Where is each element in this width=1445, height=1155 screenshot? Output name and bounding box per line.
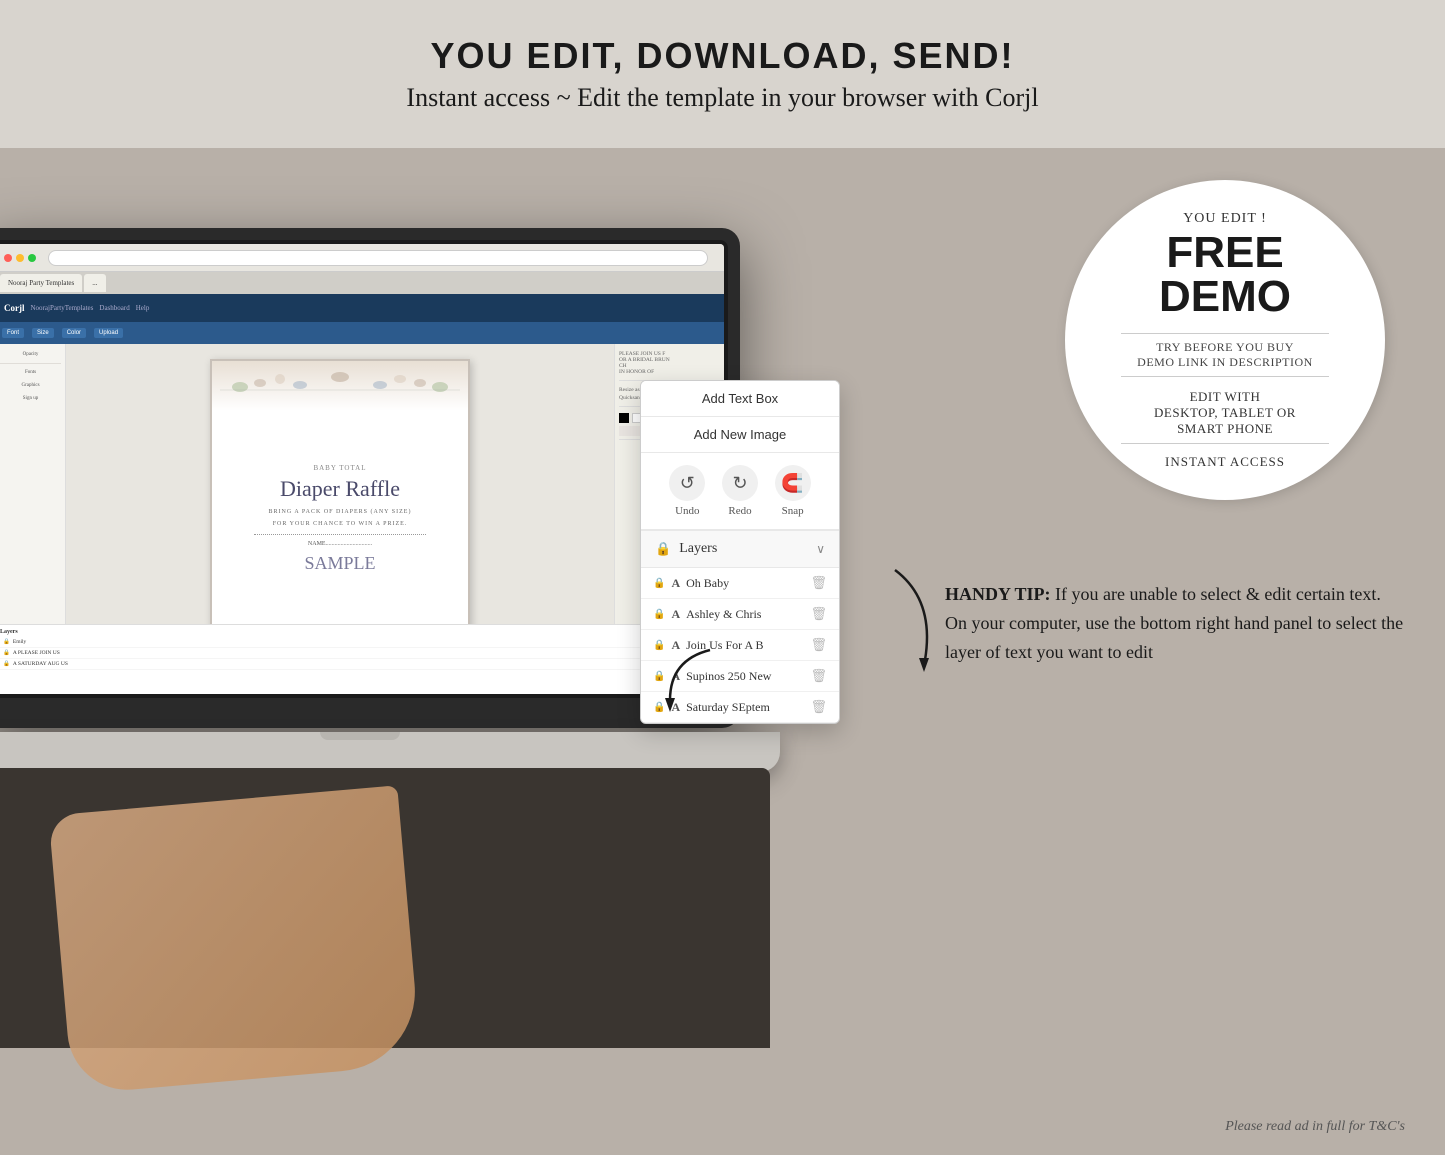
demo-edit-with-text: EDIT WITH DESKTOP, TABLET OR SMART PHONE (1154, 389, 1296, 437)
panel-text-section: PLEASE JOIN US FOR A BRIDAL BRUNCHIN HON… (619, 348, 720, 381)
corjl-logo: Corjl (4, 303, 25, 313)
panel-please-label: PLEASE JOIN US FOR A BRIDAL BRUNCHIN HON… (619, 351, 720, 375)
layer-delete-4[interactable]: 🗑 (810, 668, 827, 684)
sidebar-opacity[interactable]: Opacity (0, 350, 61, 359)
corjl-toolbar: Font Size Color Upload (0, 322, 724, 344)
screen-layer-saturday[interactable]: 🔒A SATURDAY AUG US (0, 659, 720, 670)
inv-diaper-raffle: Diaper Raffle (280, 476, 400, 502)
browser-tab-1[interactable]: Nooraj Party Templates (0, 274, 82, 292)
layers-header[interactable]: 🔒 Layers ∨ (641, 531, 839, 568)
snap-item: 🧲 Snap (775, 465, 811, 517)
redo-item: ↻ Redo (722, 465, 758, 517)
window-minimize-btn[interactable] (16, 254, 24, 262)
tip-bold-label: HANDY TIP: (945, 584, 1051, 604)
header-banner: YOU EDIT, DOWNLOAD, SEND! Instant access… (0, 0, 1445, 148)
right-arrow (875, 560, 955, 685)
inv-bring-text: BRING A PACK OF DIAPERS (ANY SIZE) (269, 509, 412, 515)
corjl-nav-3[interactable]: Help (136, 304, 150, 312)
layer-delete-1[interactable]: 🗑 (810, 575, 827, 591)
layer-name-1: Oh Baby (686, 576, 804, 591)
demo-you-edit-text: YOU EDIT ! (1183, 211, 1267, 227)
redo-label: Redo (728, 505, 751, 517)
browser-tab-2[interactable]: ... (84, 274, 105, 292)
demo-divider-2 (1121, 376, 1329, 377)
screen-layer-please[interactable]: 🔒A PLEASE JOIN US (0, 648, 720, 659)
undo-icon[interactable]: ↺ (669, 465, 705, 501)
screen-layer-emily[interactable]: 🔒Emily (0, 637, 720, 648)
browser-bar (0, 244, 724, 272)
layer-delete-2[interactable]: 🗑 (810, 606, 827, 622)
keyboard-notch (320, 732, 400, 740)
inv-baby-total: BABY TOTAL (313, 464, 366, 472)
layers-header-left: 🔒 Layers (655, 541, 717, 557)
inv-content: BABY TOTAL Diaper Raffle BRING A PACK OF… (232, 411, 448, 627)
screen-bezel: Nooraj Party Templates ... Corjl NoorajP… (0, 240, 728, 698)
inv-sample-text: SAMPLE (304, 553, 375, 574)
laptop-screen-body: Nooraj Party Templates ... Corjl NoorajP… (0, 228, 740, 728)
demo-divider-3 (1121, 443, 1329, 444)
tip-text-block: HANDY TIP: If you are unable to select &… (945, 580, 1405, 666)
corjl-main-area: Opacity Fonts Graphics Sign up (0, 344, 724, 694)
demo-try-text: TRY BEFORE YOU BUY DEMO LINK IN DESCRIPT… (1137, 340, 1313, 370)
layer-item-oh-baby[interactable]: 🔒 A Oh Baby 🗑 (641, 568, 839, 599)
tc-text: Please read ad in full for T&C's (1225, 1119, 1405, 1135)
window-close-btn[interactable] (4, 254, 12, 262)
layer-type-1: A (671, 576, 680, 591)
snap-icon[interactable]: 🧲 (775, 465, 811, 501)
add-text-box-button[interactable]: Add Text Box (641, 381, 839, 417)
undo-item: ↺ Undo (669, 465, 705, 517)
undo-label: Undo (675, 505, 699, 517)
inv-win-text: FOR YOUR CHANCE TO WIN A PRIZE. (273, 521, 408, 527)
screen-layers-title: Layers (0, 629, 720, 635)
layer-lock-1: 🔒 (653, 578, 665, 589)
corjl-nav-2[interactable]: Dashboard (99, 304, 129, 312)
layers-chevron-icon: ∨ (816, 542, 825, 557)
demo-divider-1 (1121, 333, 1329, 334)
demo-instant-text: INSTANT ACCESS (1165, 454, 1285, 470)
layer-lock-2: 🔒 (653, 609, 665, 620)
left-arrow (650, 640, 730, 725)
add-new-image-button[interactable]: Add New Image (641, 417, 839, 453)
toolbar-size-btn[interactable]: Size (32, 328, 54, 338)
toolbar-font-btn[interactable]: Font (2, 328, 24, 338)
screen-layers-panel: Layers 🔒Emily 🔒A PLEASE JOIN US 🔒A SATUR… (0, 624, 724, 694)
demo-free-text: FREE (1166, 231, 1283, 275)
sidebar-signup[interactable]: Sign up (0, 394, 61, 403)
corjl-app-header: Corjl NoorajPartyTemplates Dashboard Hel… (0, 294, 724, 322)
demo-demo-text: DEMO (1159, 275, 1291, 319)
url-bar[interactable] (48, 250, 708, 266)
layer-delete-3[interactable]: 🗑 (810, 637, 827, 653)
hand-decoration (48, 785, 421, 1094)
color-swatch-black[interactable] (619, 413, 629, 423)
layer-item-ashley-chris[interactable]: 🔒 A Ashley & Chris 🗑 (641, 599, 839, 630)
layers-title: Layers (679, 541, 717, 557)
sidebar-graphics[interactable]: Graphics (0, 381, 61, 390)
toolbar-upload-btn[interactable]: Upload (94, 328, 123, 338)
toolbar-color-btn[interactable]: Color (62, 328, 86, 338)
inv-name-label: NAME............................... (308, 541, 372, 547)
layer-type-2: A (671, 607, 680, 622)
header-subtitle: Instant access ~ Edit the template in yo… (406, 83, 1038, 113)
floral-top-decoration (220, 365, 460, 409)
snap-label: Snap (782, 505, 804, 517)
corjl-nav-1[interactable]: NoorajPartyTemplates (31, 304, 94, 312)
sidebar-fonts[interactable]: Fonts (0, 368, 61, 377)
panel-icons-row: ↺ Undo ↻ Redo 🧲 Snap (641, 453, 839, 530)
layer-delete-5[interactable]: 🗑 (810, 699, 827, 715)
window-maximize-btn[interactable] (28, 254, 36, 262)
demo-circle: YOU EDIT ! FREE DEMO TRY BEFORE YOU BUY … (1065, 180, 1385, 500)
redo-icon[interactable]: ↻ (722, 465, 758, 501)
layers-lock-icon: 🔒 (655, 541, 671, 557)
laptop-keyboard (0, 732, 780, 772)
laptop-screen: Nooraj Party Templates ... Corjl NoorajP… (0, 244, 724, 694)
browser-tabs: Nooraj Party Templates ... (0, 272, 724, 294)
layer-name-2: Ashley & Chris (686, 607, 804, 622)
header-title: YOU EDIT, DOWNLOAD, SEND! (430, 35, 1014, 77)
inv-divider-1 (254, 534, 427, 535)
